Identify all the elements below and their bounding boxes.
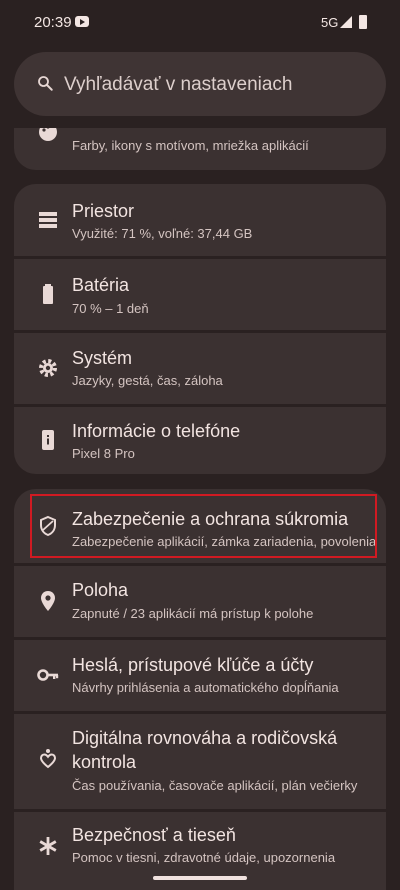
settings-item-passwords-accounts[interactable]: Heslá, prístupové kľúče a účty Návrhy pr… [14, 640, 386, 711]
clock: 20:39 [34, 14, 72, 31]
gear-icon [39, 359, 57, 377]
settings-item-subtitle: Zabezpečenie aplikácií, zámka zariadenia… [72, 534, 377, 549]
settings-item-title: Bezpečnosť a tieseň [72, 825, 236, 845]
settings-item-subtitle: 70 % – 1 deň [72, 301, 149, 316]
settings-item-subtitle: Jazyky, gestá, čas, záloha [72, 373, 223, 388]
settings-item-subtitle: Pixel 8 Pro [72, 446, 135, 461]
settings-group-privacy: Zabezpečenie a ochrana súkromia Zabezpeč… [14, 489, 386, 890]
settings-item-subtitle: Pomoc v tiesni, zdravotné údaje, upozorn… [72, 850, 336, 865]
search-placeholder: Vyhľadávať v nastaveniach [64, 74, 293, 95]
settings-item-digital-wellbeing[interactable]: Digitálna rovnováha a rodičovská kontrol… [14, 714, 386, 809]
storage-icon [39, 212, 57, 228]
settings-item-system[interactable]: Systém Jazyky, gestá, čas, záloha [14, 333, 386, 404]
settings-group-display: Farby, ikony s motívom, mriežka aplikáci… [14, 128, 386, 170]
settings-item-subtitle: Zapnuté / 23 aplikácií má prístup k polo… [72, 606, 314, 621]
key-icon [37, 669, 59, 681]
status-bar: 20:39 5G [0, 0, 400, 44]
location-pin-icon [41, 591, 55, 611]
settings-item-title: Poloha [72, 580, 129, 600]
wellbeing-heart-icon [39, 749, 57, 769]
phone-info-icon [42, 430, 54, 450]
navigation-gesture-bar[interactable] [153, 876, 247, 880]
settings-item-title: Systém [72, 348, 133, 368]
shield-icon [40, 515, 56, 537]
settings-item-title-line2: kontrola [72, 752, 137, 772]
settings-item-title: Priestor [72, 201, 135, 221]
search-icon [38, 76, 53, 91]
settings-item-title: Heslá, prístupové kľúče a účty [72, 655, 314, 675]
battery-icon [359, 15, 367, 29]
settings-item-title: Zabezpečenie a ochrana súkromia [72, 509, 349, 529]
network-type: 5G [321, 15, 339, 30]
settings-item-location[interactable]: Poloha Zapnuté / 23 aplikácií má prístup… [14, 566, 386, 637]
settings-item-subtitle: Využité: 71 %, voľné: 37,44 GB [72, 226, 253, 241]
palette-icon [39, 128, 57, 141]
settings-item-subtitle: Návrhy prihlásenia a automatického dopĺň… [72, 680, 339, 695]
search-settings-bar[interactable]: Vyhľadávať v nastaveniach [14, 52, 386, 116]
settings-item-title: Batéria [72, 275, 130, 295]
settings-item-title: Informácie o telefóne [72, 421, 241, 441]
battery-icon [43, 284, 53, 304]
settings-item-battery[interactable]: Batéria 70 % – 1 deň [14, 259, 386, 330]
settings-item-title-line1: Digitálna rovnováha a rodičovská [72, 728, 338, 748]
asterisk-icon [39, 837, 57, 855]
settings-group-device: Priestor Využité: 71 %, voľné: 37,44 GB … [14, 184, 386, 474]
settings-item-about-phone[interactable]: Informácie o telefóne Pixel 8 Pro [14, 407, 386, 474]
signal-icon [340, 16, 352, 28]
settings-item-subtitle: Čas používania, časovače aplikácií, plán… [72, 778, 358, 793]
settings-item-storage[interactable]: Priestor Využité: 71 %, voľné: 37,44 GB [14, 184, 386, 256]
youtube-notification-icon [75, 16, 89, 27]
settings-item-wallpaper[interactable]: Farby, ikony s motívom, mriežka aplikáci… [14, 128, 386, 170]
settings-item-subtitle: Farby, ikony s motívom, mriežka aplikáci… [72, 138, 309, 153]
settings-item-security-privacy[interactable]: Zabezpečenie a ochrana súkromia Zabezpeč… [14, 489, 386, 563]
